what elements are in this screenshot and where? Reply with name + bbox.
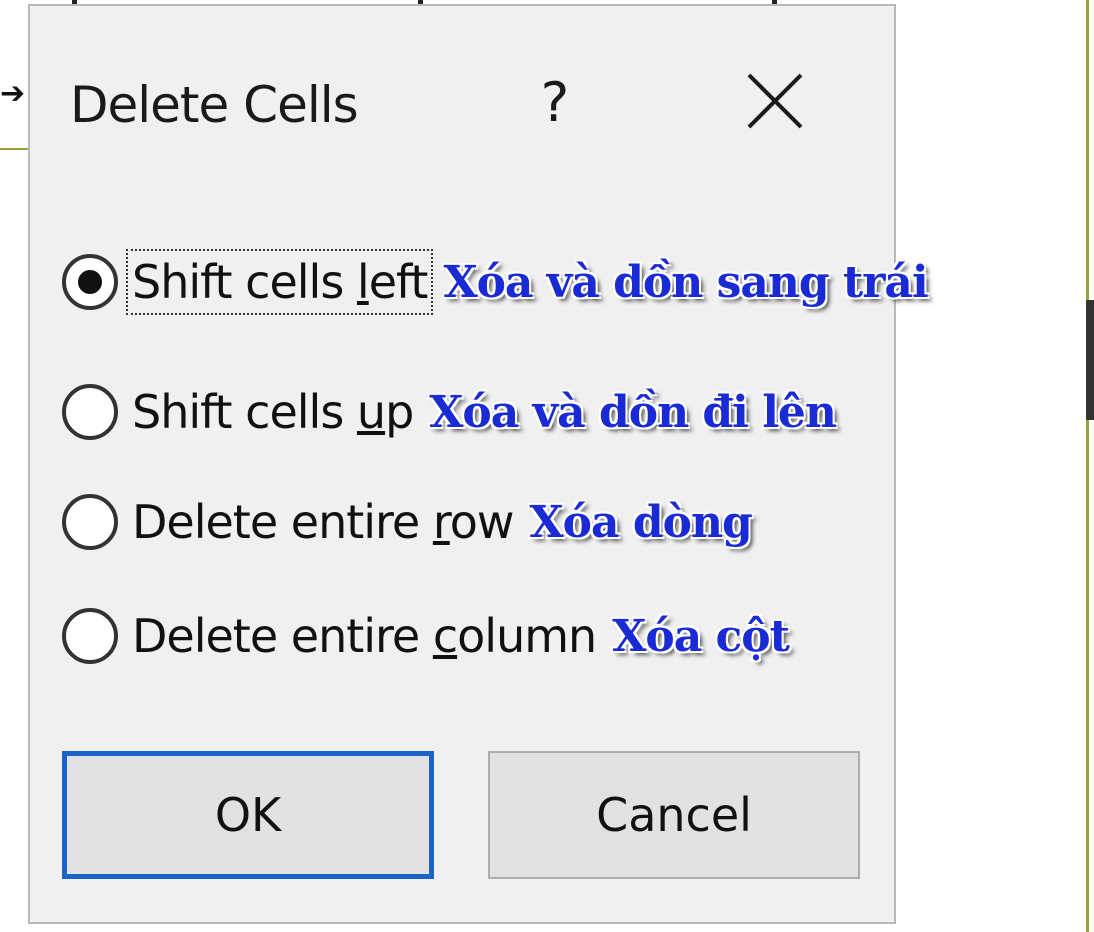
dialog-title: Delete Cells — [70, 76, 359, 134]
arrow-right-icon: ➔ — [0, 76, 26, 111]
option-delete-entire-row[interactable]: Delete entire row Xóa dòng — [62, 482, 753, 562]
vietnamese-note: Xóa và dồn đi lên — [429, 386, 837, 438]
radio-delete-entire-row[interactable] — [62, 494, 118, 550]
help-button[interactable]: ? — [530, 68, 580, 138]
option-label: Shift cells left — [125, 249, 434, 315]
vietnamese-note: Xóa và dồn sang trái — [443, 256, 928, 308]
radio-delete-entire-column[interactable] — [62, 608, 118, 664]
option-shift-cells-left[interactable]: Shift cells left Xóa và dồn sang trái — [62, 242, 929, 322]
option-delete-entire-column[interactable]: Delete entire column Xóa cột — [62, 596, 790, 676]
close-icon — [747, 73, 803, 129]
slide-border-line — [1086, 0, 1089, 932]
option-label: Delete entire column — [132, 609, 597, 663]
background-edge — [1086, 300, 1094, 420]
ok-button[interactable]: OK — [62, 751, 434, 879]
vietnamese-note: Xóa dòng — [529, 496, 753, 548]
radio-shift-cells-left[interactable] — [62, 254, 118, 310]
vietnamese-note: Xóa cột — [612, 610, 790, 662]
option-label: Delete entire row — [132, 495, 515, 549]
option-label: Shift cells up — [132, 385, 414, 439]
option-shift-cells-up[interactable]: Shift cells up Xóa và dồn đi lên — [62, 372, 837, 452]
delete-cells-dialog: Delete Cells ? Shift cells left Xóa và d… — [28, 4, 929, 924]
close-button[interactable] — [735, 61, 815, 141]
radio-shift-cells-up[interactable] — [62, 384, 118, 440]
cancel-button[interactable]: Cancel — [488, 751, 860, 879]
